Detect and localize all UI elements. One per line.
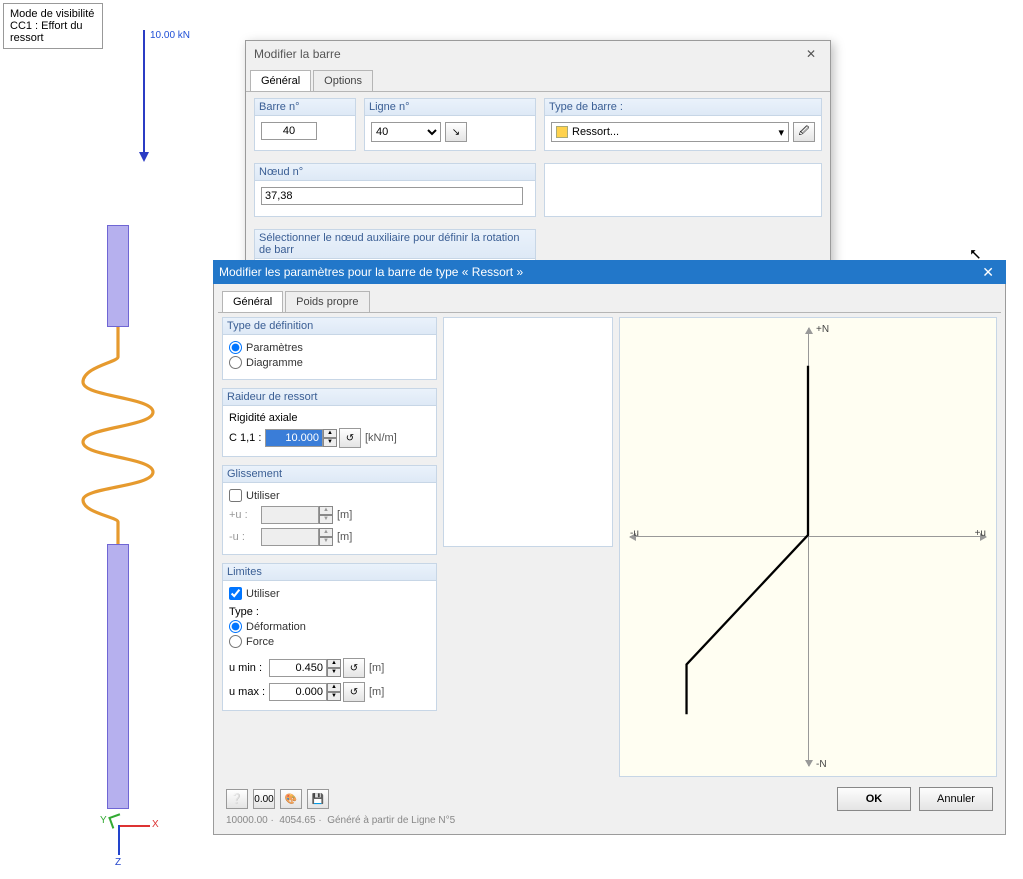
member-type-edit-icon[interactable]: 🖉 <box>793 122 815 142</box>
save-defaults-icon[interactable]: 💾 <box>307 789 329 809</box>
slip-use-checkbox[interactable]: Utiliser <box>229 489 430 502</box>
dialog-titlebar[interactable]: Modifier la barre ✕ <box>246 41 830 67</box>
help-icon[interactable]: ❔ <box>226 789 248 809</box>
ok-button[interactable]: OK <box>837 787 911 811</box>
u-max-input[interactable] <box>269 683 327 701</box>
spinner-down-icon[interactable]: ▼ <box>323 438 337 447</box>
cancel-button[interactable]: Annuler <box>919 787 993 811</box>
u-min-input[interactable] <box>269 659 327 677</box>
limits-label: Limites <box>223 564 436 581</box>
stiffness-reset-icon[interactable]: ↺ <box>339 428 361 448</box>
node-no-input[interactable] <box>261 187 523 205</box>
spring-icon[interactable] <box>68 327 168 547</box>
umin-reset-icon[interactable]: ↺ <box>343 658 365 678</box>
member-type-select[interactable]: Ressort... ▾ <box>551 122 789 142</box>
footer-note: Généré à partir de Ligne N°5 <box>327 815 455 826</box>
line-no-select[interactable]: 40 <box>371 122 441 142</box>
tab-general[interactable]: Général <box>222 291 283 312</box>
color-icon[interactable]: 🎨 <box>280 789 302 809</box>
load-value: 10.00 kN <box>150 30 190 41</box>
spinner-up-icon[interactable]: ▲ <box>327 659 341 668</box>
member-type-label: Type de barre : <box>545 99 821 116</box>
spinner-up-icon[interactable]: ▲ <box>327 683 341 692</box>
member-bottom-segment[interactable] <box>107 544 129 809</box>
spinner-down-icon[interactable]: ▼ <box>327 668 341 677</box>
coordinate-axes: X Y Z <box>100 813 150 863</box>
tab-options[interactable]: Options <box>313 70 373 91</box>
spring-swatch-icon <box>556 126 568 138</box>
visibility-mode-label: Mode de visibilité CC1 : Effort du resso… <box>3 3 103 49</box>
axis-x-label: X <box>152 819 159 830</box>
tab-strip: Général Options <box>246 67 830 92</box>
visibility-mode-line1: Mode de visibilité <box>10 8 96 20</box>
dialog-title: Modifier les paramètres pour la barre de… <box>219 265 523 279</box>
pick-line-icon[interactable]: ↘ <box>445 122 467 142</box>
axis-z-label: Z <box>115 857 121 868</box>
member-top-segment[interactable] <box>107 225 129 327</box>
limits-deformation-radio[interactable]: Déformation <box>229 620 430 633</box>
tab-general[interactable]: Général <box>250 70 311 91</box>
tab-selfweight[interactable]: Poids propre <box>285 291 369 312</box>
rotation-group-label: Sélectionner le nœud auxiliaire pour déf… <box>255 230 535 259</box>
definition-parameters-radio[interactable]: Paramètres <box>229 341 430 354</box>
limits-type-label: Type : <box>229 606 430 618</box>
line-no-label: Ligne n° <box>365 99 535 116</box>
close-icon[interactable]: ✕ <box>976 264 1000 281</box>
stiffness-label: Raideur de ressort <box>223 389 436 406</box>
definition-diagram-radio[interactable]: Diagramme <box>229 356 430 369</box>
spring-diagram: +N -N +u -u <box>619 317 997 777</box>
limits-force-radio[interactable]: Force <box>229 635 430 648</box>
slip-label: Glissement <box>223 466 436 483</box>
axis-y-label: Y <box>100 815 107 826</box>
dialog-title: Modifier la barre <box>254 41 341 67</box>
spring-params-dialog: Modifier les paramètres pour la barre de… <box>213 260 1006 835</box>
node-no-label: Nœud n° <box>255 164 535 181</box>
spinner-down-icon[interactable]: ▼ <box>327 692 341 701</box>
limits-use-checkbox[interactable]: Utiliser <box>229 587 430 600</box>
definition-type-label: Type de définition <box>223 318 436 335</box>
axial-stiffness-input[interactable] <box>265 429 323 447</box>
visibility-mode-line2: CC1 : Effort du <box>10 20 96 32</box>
member-no-input[interactable] <box>261 122 317 140</box>
dialog-titlebar[interactable]: Modifier les paramètres pour la barre de… <box>213 260 1006 284</box>
umax-reset-icon[interactable]: ↺ <box>343 682 365 702</box>
close-icon[interactable]: ✕ <box>800 41 822 67</box>
visibility-mode-line3: ressort <box>10 32 96 44</box>
slip-minus-u-input <box>261 528 319 546</box>
slip-plus-u-input <box>261 506 319 524</box>
member-no-label: Barre n° <box>255 99 355 116</box>
load-arrow-icon <box>143 30 145 160</box>
units-icon[interactable]: 0.00 <box>253 789 275 809</box>
spinner-up-icon[interactable]: ▲ <box>323 429 337 438</box>
axial-stiffness-label: Rigidité axiale <box>229 412 430 424</box>
